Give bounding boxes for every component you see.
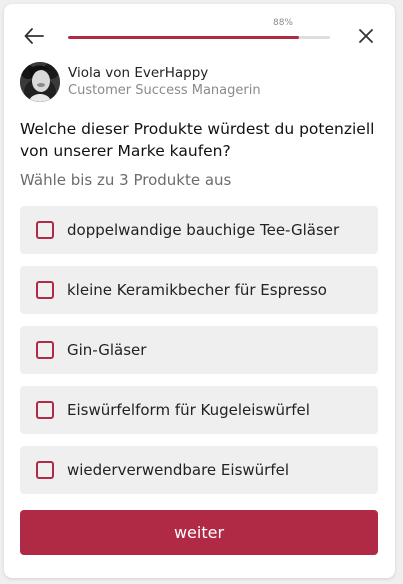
progress-label: 88% [272, 18, 293, 28]
survey-card: 88% Viola von EverHappy Customer Success… [4, 4, 395, 578]
option-item[interactable]: Eiswürfelform für Kugeleiswürfel [20, 386, 378, 434]
agent-name: Viola von EverHappy [68, 65, 209, 81]
continue-button[interactable]: weiter [20, 510, 378, 555]
close-icon [359, 29, 373, 43]
option-item[interactable]: doppelwandige bauchige Tee-Gläser [20, 206, 378, 254]
progress-bar: 88% [68, 18, 330, 42]
option-item[interactable]: kleine Keramikbecher für Espresso [20, 266, 378, 314]
avatar [20, 62, 60, 102]
checkbox[interactable] [36, 401, 54, 419]
option-label: Eiswürfelform für Kugeleiswürfel [67, 401, 310, 419]
arrow-left-icon [24, 28, 44, 44]
agent-info: Viola von EverHappy Customer Success Man… [20, 62, 261, 102]
checkbox[interactable] [36, 221, 54, 239]
option-label: kleine Keramikbecher für Espresso [67, 281, 327, 299]
progress-fill [68, 36, 299, 39]
option-label: doppelwandige bauchige Tee-Gläser [67, 221, 340, 239]
back-button[interactable] [20, 22, 48, 50]
option-label: wiederverwendbare Eiswürfel [67, 461, 290, 479]
question-hint: Wähle bis zu 3 Produkte aus [20, 171, 232, 189]
checkbox[interactable] [36, 341, 54, 359]
option-item[interactable]: Gin-Gläser [20, 326, 378, 374]
checkbox[interactable] [36, 281, 54, 299]
options-list: doppelwandige bauchige Tee-Gläser kleine… [20, 206, 378, 506]
progress-track [68, 36, 330, 39]
agent-role: Customer Success Managerin [68, 83, 261, 98]
option-item[interactable]: wiederverwendbare Eiswürfel [20, 446, 378, 494]
option-label: Gin-Gläser [67, 341, 147, 359]
question-title: Welche dieser Produkte würdest du potenz… [20, 120, 375, 160]
checkbox[interactable] [36, 461, 54, 479]
close-button[interactable] [354, 22, 378, 50]
